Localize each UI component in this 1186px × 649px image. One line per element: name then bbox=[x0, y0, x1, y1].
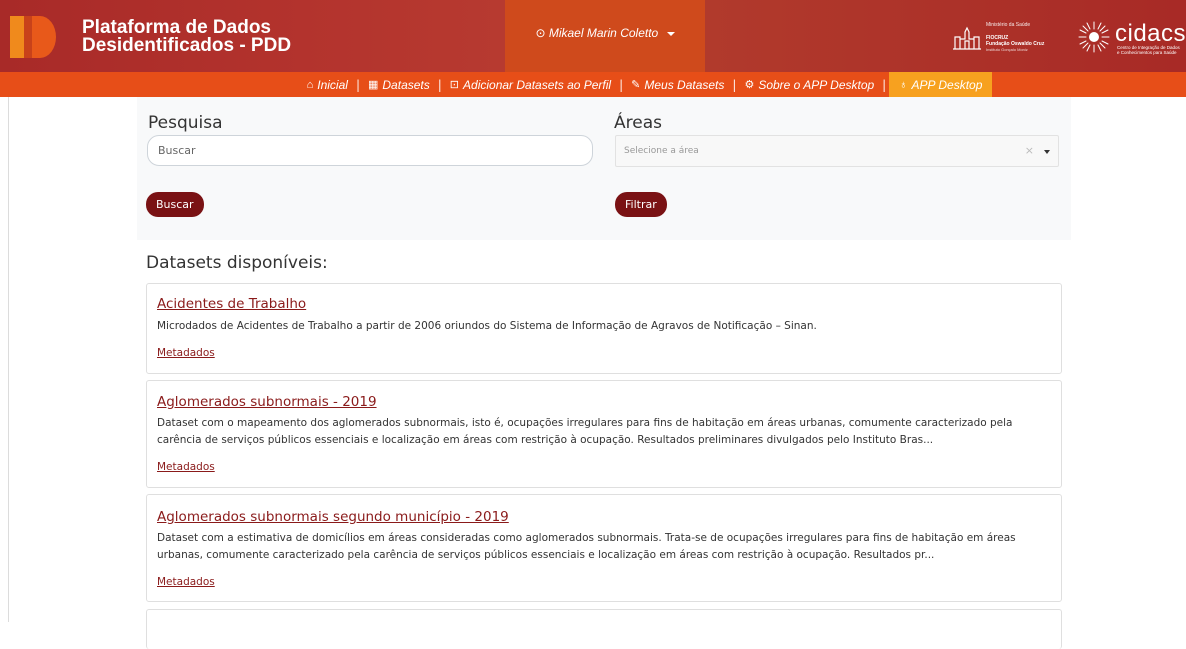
area-select-placeholder: Selecione a área bbox=[624, 146, 699, 156]
nav-item-app-desktop[interactable]: ♁ APP Desktop bbox=[889, 72, 993, 97]
ministry-text: Ministério da Saúde bbox=[986, 22, 1031, 28]
fiocruz-castle-icon bbox=[953, 26, 981, 50]
metadata-link[interactable]: Metadados bbox=[157, 461, 215, 473]
top-header: Plataforma de Dados Desidentificados - P… bbox=[0, 0, 1186, 72]
dataset-description: Microdados de Acidentes de Trabalho a pa… bbox=[157, 320, 817, 332]
search-panel: Pesquisa Buscar Áreas Selecione a área ×… bbox=[137, 97, 1071, 240]
edit-icon: ✎ bbox=[631, 79, 641, 91]
table-icon: ▦ bbox=[367, 79, 379, 91]
main-nav: ⌂ Inicial | ▦ Datasets | ⊡ Adicionar Dat… bbox=[0, 72, 1186, 97]
clear-icon[interactable]: × bbox=[1025, 144, 1034, 157]
left-border bbox=[8, 97, 9, 622]
header-user-area: ⊙ Mikael Marin Coletto bbox=[505, 0, 705, 72]
nav-item-sobre-app[interactable]: ⚙ Sobre o APP Desktop bbox=[739, 72, 879, 97]
nav-separator: | bbox=[619, 77, 624, 92]
nav-item-meus-datasets[interactable]: ✎ Meus Datasets bbox=[626, 72, 729, 97]
user-name: Mikael Marin Coletto bbox=[548, 26, 659, 40]
nav-separator: | bbox=[355, 77, 360, 92]
dataset-card: Aglomerados subnormais segundo município… bbox=[146, 494, 1062, 602]
gear-icon: ⚙ bbox=[744, 79, 755, 91]
dataset-card-partial bbox=[146, 609, 1062, 649]
platform-title[interactable]: Plataforma de Dados Desidentificados - P… bbox=[82, 18, 292, 56]
dataset-description: Dataset com a estimativa de domicílios e… bbox=[157, 532, 1016, 561]
datasets-list-title: Datasets disponíveis: bbox=[146, 253, 328, 273]
areas-label: Áreas bbox=[614, 113, 662, 133]
metadata-link[interactable]: Metadados bbox=[157, 347, 215, 359]
filter-button[interactable]: Filtrar bbox=[615, 192, 667, 217]
pdd-logo-icon bbox=[10, 16, 56, 58]
nav-separator: | bbox=[882, 77, 887, 92]
dataset-title-link[interactable]: Acidentes de Trabalho bbox=[157, 296, 306, 312]
lightbulb-icon: ♁ bbox=[899, 78, 908, 91]
nav-label-inicial: Inicial bbox=[317, 77, 348, 92]
dataset-card: Aglomerados subnormais - 2019 Dataset co… bbox=[146, 380, 1062, 488]
search-input[interactable] bbox=[147, 135, 593, 166]
search-label: Pesquisa bbox=[148, 113, 223, 133]
nav-label-app-desktop: APP Desktop bbox=[911, 77, 983, 92]
header-brand-area: Plataforma de Dados Desidentificados - P… bbox=[0, 0, 505, 72]
nav-items: ⌂ Inicial | ▦ Datasets | ⊡ Adicionar Dat… bbox=[302, 72, 993, 97]
nav-label-meus-datasets: Meus Datasets bbox=[644, 77, 725, 92]
search-button[interactable]: Buscar bbox=[146, 192, 204, 217]
nav-separator: | bbox=[437, 77, 442, 92]
dataset-title-link[interactable]: Aglomerados subnormais segundo município… bbox=[157, 509, 509, 525]
nav-item-datasets[interactable]: ▦ Datasets bbox=[363, 72, 435, 97]
file-plus-icon: ⊡ bbox=[449, 79, 460, 91]
dataset-card: Acidentes de Trabalho Microdados de Acid… bbox=[146, 283, 1062, 374]
nav-item-inicial[interactable]: ⌂ Inicial bbox=[302, 72, 353, 97]
user-circle-icon: ⊙ bbox=[535, 26, 546, 40]
dataset-title-link[interactable]: Aglomerados subnormais - 2019 bbox=[157, 394, 377, 410]
home-icon: ⌂ bbox=[306, 78, 314, 91]
nav-separator: | bbox=[732, 77, 737, 92]
nav-label-datasets: Datasets bbox=[382, 77, 430, 92]
nav-label-adicionar: Adicionar Datasets ao Perfil bbox=[463, 77, 612, 92]
cidacs-subtitle-2: e Conhecimentos para Saúde bbox=[1117, 50, 1177, 55]
nav-label-sobre-app: Sobre o APP Desktop bbox=[758, 77, 875, 92]
metadata-link[interactable]: Metadados bbox=[157, 576, 215, 588]
header-logos-area: Ministério da Saúde FIOCRUZ Fundação Osw… bbox=[705, 0, 1186, 72]
dataset-description: Dataset com o mapeamento dos aglomerados… bbox=[157, 417, 1013, 446]
user-menu-dropdown[interactable]: ⊙ Mikael Marin Coletto bbox=[505, 26, 705, 40]
nav-item-adicionar-datasets[interactable]: ⊡ Adicionar Datasets ao Perfil bbox=[445, 72, 616, 97]
cidacs-logo: cidacs Centro de Integração de Dados e C… bbox=[1077, 20, 1186, 56]
caret-down-icon bbox=[666, 31, 675, 36]
area-select[interactable]: Selecione a área × bbox=[615, 135, 1059, 167]
cidacs-name: cidacs bbox=[1115, 20, 1186, 47]
chevron-down-icon[interactable] bbox=[1044, 150, 1050, 154]
fiocruz-logo: Ministério da Saúde FIOCRUZ Fundação Osw… bbox=[952, 22, 1067, 53]
cidacs-burst-icon bbox=[1078, 21, 1110, 53]
institute-text: Instituto Gonçalo Moniz bbox=[986, 47, 1028, 52]
platform-title-line2: Desidentificados - PDD bbox=[82, 35, 292, 56]
